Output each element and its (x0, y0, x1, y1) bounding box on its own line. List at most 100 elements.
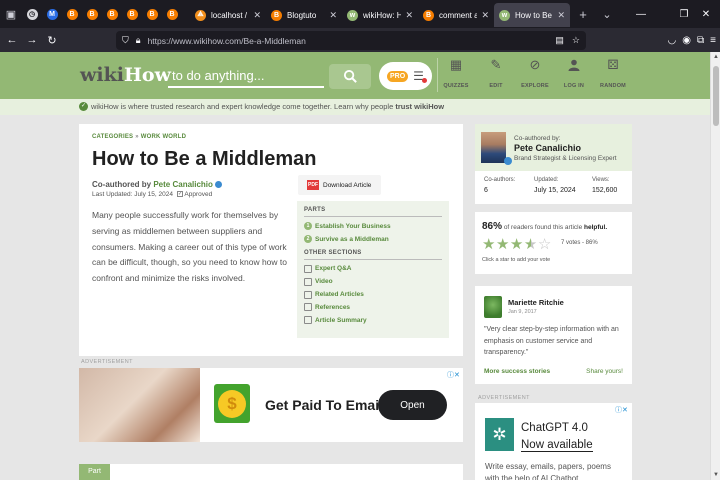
pinned-tab[interactable]: B (162, 0, 182, 28)
download-article-button[interactable]: PDF Download Article (298, 175, 381, 195)
checkmark-icon: ✓ (79, 102, 88, 111)
toc-item-summary[interactable]: Article Summary (304, 314, 442, 327)
avatar[interactable] (481, 132, 506, 163)
page-scrollbar[interactable]: ▲ ▼ (710, 52, 720, 480)
blogger-icon: B (423, 9, 434, 21)
reload-icon[interactable]: ↻ (42, 28, 62, 52)
close-tab-icon[interactable]: ✕ (329, 10, 337, 21)
nav-label: QUIZZES (443, 83, 469, 89)
new-tab-button[interactable]: + (570, 0, 596, 28)
breadcrumb-categories[interactable]: CATEGORIES (92, 134, 133, 140)
tab-comment-avoir[interactable]: B comment avoir ✕ (418, 3, 494, 27)
user-icon (567, 58, 581, 72)
toc-item-label: Establish Your Business (315, 222, 391, 230)
scrollbar-thumb[interactable] (713, 66, 719, 126)
star-icon[interactable]: ★ (482, 236, 496, 253)
advertisement[interactable]: $ Get Paid To Email Open ⓘ✕ (79, 368, 463, 442)
wikihow-logo[interactable]: wikiHow (80, 64, 171, 86)
minimize-button[interactable]: — (627, 0, 655, 28)
reader-view-icon[interactable]: ▤ (555, 35, 564, 46)
ad-photo[interactable] (79, 368, 200, 442)
nav-log-in[interactable]: LOG IN (556, 58, 592, 94)
side-advertisement[interactable]: ⓘ✕ ✲ ChatGPT 4.0 Now available Write ess… (475, 403, 632, 480)
close-tab-icon[interactable]: ✕ (405, 10, 413, 21)
page-title: How to Be a Middleman (92, 148, 317, 170)
menu-icon[interactable]: ≡ (710, 35, 716, 46)
toc-item-establish[interactable]: 1 Establish Your Business (304, 220, 442, 233)
tab-middleman-active[interactable]: w How to Be a Middleman ✕ (494, 3, 570, 27)
m-app-icon: M (46, 8, 58, 20)
account-icon[interactable]: ◉ (682, 35, 691, 46)
close-window-button[interactable]: ✕ (692, 0, 720, 28)
download-label: Download Article (323, 181, 372, 189)
more-stories-link[interactable]: More success stories (484, 368, 550, 375)
pinned-tab[interactable]: B (142, 0, 162, 28)
ad-open-button[interactable]: Open (378, 390, 447, 420)
close-tab-icon[interactable]: ✕ (557, 10, 565, 21)
lock-icon[interactable]: 🔒︎ (136, 35, 141, 46)
verified-badge-icon (504, 157, 512, 165)
pro-menu-button[interactable]: PRO ☰ (379, 62, 432, 90)
pinned-tab[interactable]: B (102, 0, 122, 28)
toc-item-references[interactable]: References (304, 301, 442, 314)
ad-headline[interactable]: Get Paid To Email (265, 397, 383, 413)
pinned-tab[interactable]: ◷ (22, 0, 42, 28)
star-icon[interactable]: ★ (510, 236, 524, 253)
side-ad-subtitle-text: Now available (521, 439, 593, 452)
search-input[interactable]: to do anything... (168, 64, 324, 88)
adchoices-icon[interactable]: ⓘ✕ (615, 405, 628, 415)
article-intro-card: CATEGORIES» WORK WORLD How to Be a Middle… (79, 124, 463, 356)
pinned-tab[interactable]: B (122, 0, 142, 28)
coauthor-name[interactable]: Pete Canalichio (514, 143, 581, 153)
half-star-icon[interactable]: ★ (524, 236, 538, 253)
approved-text[interactable]: Approved (184, 191, 212, 198)
star-icon[interactable]: ★ (496, 236, 510, 253)
scroll-up-icon[interactable]: ▲ (711, 52, 720, 62)
tab-overview-icon[interactable]: ▣ (0, 0, 22, 28)
shield-icon[interactable]: ⛉ (122, 35, 129, 46)
chevron-down-icon[interactable]: ⌄ (596, 0, 618, 28)
back-arrow-icon[interactable]: ← (2, 28, 22, 52)
stat-value: July 15, 2024 (534, 187, 576, 194)
adchoices-icon[interactable]: ⓘ✕ (447, 370, 460, 380)
nav-quizzes[interactable]: ▦ QUIZZES (438, 57, 474, 94)
toc-item-expert-qa[interactable]: Expert Q&A (304, 263, 442, 276)
scroll-down-icon[interactable]: ▼ (711, 470, 720, 480)
star-outline-icon[interactable]: ☆ (538, 236, 552, 253)
tab-localhost[interactable]: ⟁ localhost / 127.0.0.1 ✕ (190, 3, 266, 27)
breadcrumb-work-world[interactable]: WORK WORLD (141, 134, 186, 140)
trust-link[interactable]: trust wikiHow (395, 102, 444, 111)
bookmark-star-icon[interactable]: ☆ (572, 35, 580, 46)
search-placeholder: to do anything... (172, 68, 265, 83)
qa-icon (304, 264, 312, 273)
tab-blogtuto[interactable]: B Blogtuto ✕ (266, 3, 342, 27)
star-rating[interactable]: ★★★★☆ (482, 235, 552, 253)
pinned-tab[interactable]: B (82, 0, 102, 28)
breadcrumb: CATEGORIES» WORK WORLD (92, 134, 186, 140)
nav-random[interactable]: ⚄ RANDOM (595, 57, 631, 94)
forward-arrow-icon[interactable]: → (22, 28, 42, 52)
toc-item-survive[interactable]: 2 Survive as a Middleman (304, 233, 442, 246)
pencil-icon: ✎ (490, 57, 502, 72)
url-text[interactable]: https://www.wikihow.com/Be-a-Middleman (148, 36, 306, 46)
wikihow-icon: w (347, 9, 358, 21)
nav-explore[interactable]: ⊘ EXPLORE (517, 57, 553, 94)
pinned-tab[interactable]: M (42, 0, 62, 28)
toc-item-related[interactable]: Related Articles (304, 288, 442, 301)
search-button[interactable] (329, 64, 371, 89)
side-ad-subtitle[interactable]: Now available (521, 439, 593, 452)
close-tab-icon[interactable]: ✕ (481, 10, 489, 21)
nav-edit[interactable]: ✎ EDIT (478, 57, 514, 94)
tab-title: wikiHow: How-to instructions (363, 10, 402, 20)
quiz-icon: ▦ (449, 57, 463, 72)
tab-wikihow-home[interactable]: w wikiHow: How-to instructions ✕ (342, 3, 418, 27)
side-ad-title[interactable]: ChatGPT 4.0 (521, 422, 588, 434)
extensions-icon[interactable]: ⧉ (697, 35, 704, 46)
address-bar[interactable]: ⛉ 🔒︎ https://www.wikihow.com/Be-a-Middle… (116, 31, 586, 50)
pocket-icon[interactable]: ◡ (668, 35, 677, 46)
share-link[interactable]: Share yours! (586, 368, 623, 375)
author-link[interactable]: Pete Canalichio (153, 180, 213, 189)
toc-item-video[interactable]: Video (304, 275, 442, 288)
pinned-tab[interactable]: B (62, 0, 82, 28)
close-tab-icon[interactable]: ✕ (253, 10, 261, 21)
